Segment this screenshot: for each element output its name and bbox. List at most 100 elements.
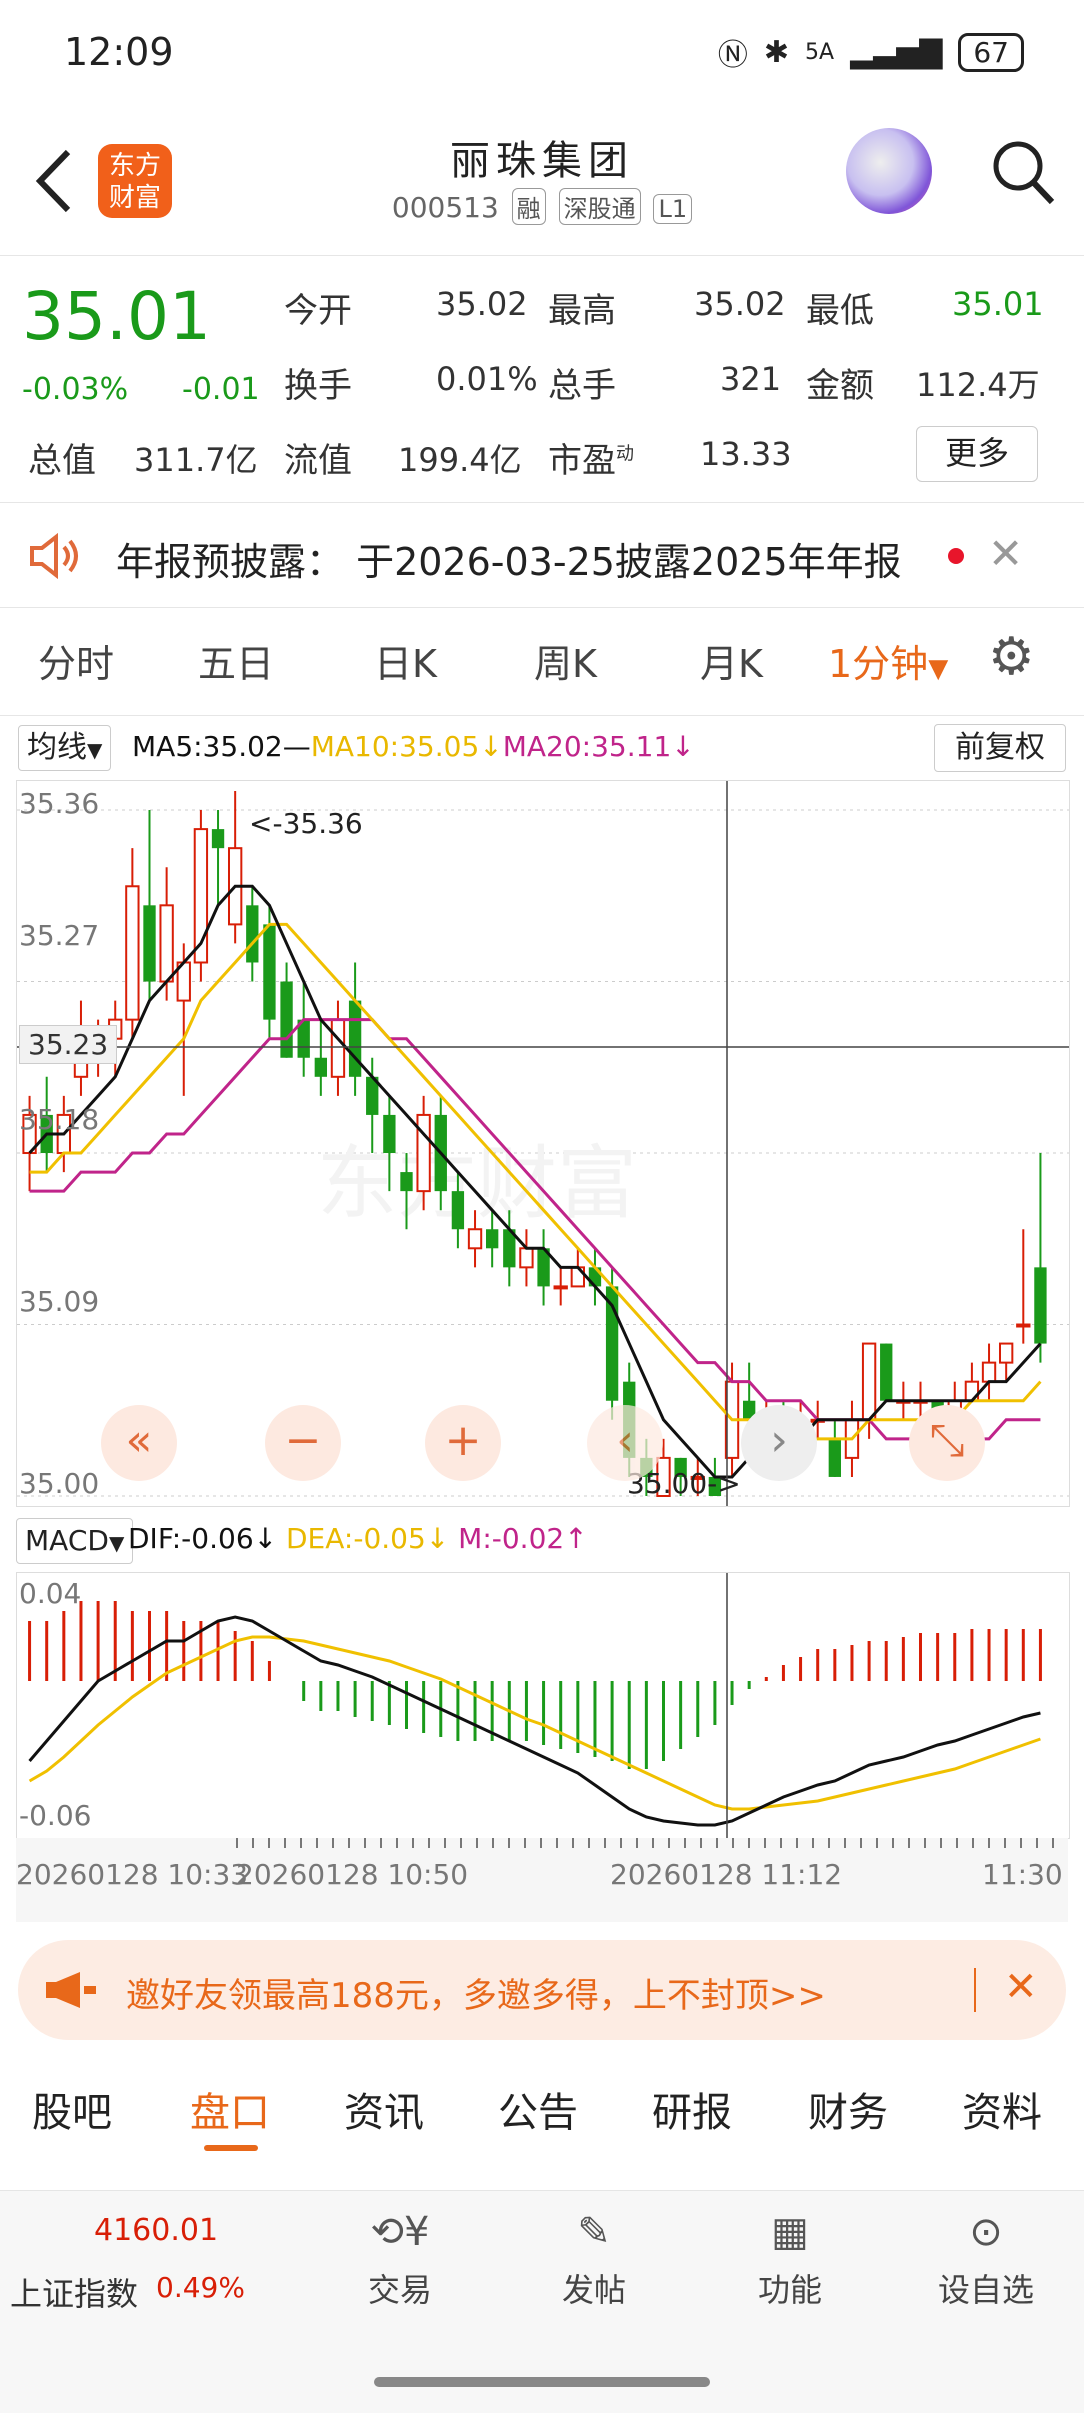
more-button[interactable]: 更多 — [916, 426, 1038, 482]
functions-button[interactable]: ▦ 功能 — [720, 2209, 860, 2311]
watermark: 东方财富 — [317, 1137, 637, 1230]
candle-body — [467, 1228, 483, 1250]
candle-body — [451, 1191, 465, 1230]
battery-icon: 67 — [958, 32, 1024, 72]
macd-y-tick-0: 0.04 — [19, 1577, 82, 1610]
fullscreen-button[interactable]: ⤡ — [909, 1405, 985, 1481]
bluetooth-icon: ✱ — [763, 34, 790, 70]
turnover-label: 换手 — [284, 366, 352, 406]
dif-label: DIF:-0.06↓ — [128, 1522, 278, 1555]
divider — [0, 607, 1084, 608]
nfc-icon: Ⓝ — [717, 38, 748, 73]
tab-announcements[interactable]: 公告 — [498, 2080, 578, 2138]
current-price: 35.01 — [22, 278, 211, 355]
ma-selector[interactable]: 均线▼ — [18, 725, 112, 771]
amount-value: 112.4万 — [916, 366, 1040, 404]
candle-body — [383, 1114, 396, 1154]
change-value: -0.01 — [182, 372, 260, 407]
low-value: 35.01 — [952, 285, 1044, 323]
candle-body — [553, 1285, 568, 1290]
tab-weekly-k[interactable]: 周K — [534, 633, 597, 688]
high-value: 35.02 — [694, 285, 786, 323]
tab-research[interactable]: 研报 — [652, 2080, 732, 2138]
tab-profile[interactable]: 资料 — [962, 2080, 1042, 2138]
dropdown-arrow-icon: ▼ — [87, 738, 103, 762]
step-right-button[interactable]: › — [741, 1405, 817, 1481]
status-time: 12:09 — [64, 30, 174, 74]
open-value: 35.02 — [436, 285, 528, 323]
candle-body — [263, 924, 276, 1020]
candle-body — [1034, 1267, 1047, 1344]
volume-label: 总手 — [548, 366, 616, 406]
active-tab-underline — [204, 2145, 258, 2151]
macd-chart[interactable]: 0.04 -0.06 — [16, 1572, 1070, 1839]
y-tick-0: 35.36 — [19, 787, 100, 820]
banner-close-icon[interactable]: ✕ — [1004, 1964, 1038, 2010]
tab-five-day[interactable]: 五日 — [198, 633, 274, 688]
trade-icon: ⟲¥ — [370, 2209, 430, 2255]
candle-body — [211, 829, 225, 849]
post-button[interactable]: ✎ 发帖 — [524, 2209, 664, 2311]
ma20-label: MA20:35.11↓ — [502, 730, 695, 763]
max-price-marker: <-35.36 — [249, 807, 363, 840]
add-watchlist-button[interactable]: ⊙ 设自选 — [916, 2209, 1056, 2311]
scroll-left-button[interactable]: « — [101, 1405, 177, 1481]
banner-divider — [974, 1968, 976, 2012]
notice-close-icon[interactable]: ✕ — [988, 529, 1023, 578]
bottom-toolbar: 4160.01 上证指数 0.49% ⟲¥ 交易 ✎ 发帖 ▦ 功能 ⊙ 设自选 — [0, 2190, 1084, 2413]
add-watchlist-label: 设自选 — [937, 2271, 1034, 2309]
candle-body — [125, 885, 140, 1021]
macd-svg — [28, 1573, 1042, 1838]
m-label: M:-0.02↑ — [458, 1522, 588, 1555]
stock-header: 东方财富 丽珠集团 000513 融 深股通 L1 — [0, 110, 1084, 256]
candle-body — [400, 1172, 413, 1192]
status-icons: Ⓝ ✱ 5A ▂▃▅▇ 67 — [718, 30, 1024, 74]
x-axis: 20260128 10:33 20260128 10:50 20260128 1… — [16, 1838, 1068, 1922]
ma-legend: MA5:35.02—MA10:35.05↓MA20:35.11↓ — [132, 730, 695, 763]
tab-monthly-k[interactable]: 月K — [700, 633, 763, 688]
tab-finance[interactable]: 财务 — [808, 2080, 888, 2138]
zoom-in-button[interactable]: + — [425, 1405, 501, 1481]
index-ticker[interactable]: 4160.01 上证指数 0.49% — [0, 2191, 245, 2331]
step-left-button[interactable]: ‹ — [587, 1405, 663, 1481]
chart-settings-button[interactable]: ⚙ — [988, 630, 1035, 684]
x-label-1: 20260128 10:50 — [236, 1858, 469, 1891]
status-bar: 12:09 Ⓝ ✱ 5A ▂▃▅▇ 67 — [0, 0, 1084, 110]
zoom-out-button[interactable]: − — [265, 1405, 341, 1481]
turnover-value: 0.01% — [436, 360, 538, 398]
dropdown-arrow-icon: ▼ — [108, 1531, 125, 1555]
tab-order-book[interactable]: 盘口 — [190, 2080, 270, 2138]
candle-body — [981, 1361, 997, 1383]
kline-chart[interactable]: 东方财富 35.36 35.27 35.18 35.09 35.00 35.23… — [16, 780, 1070, 1507]
search-button[interactable] — [990, 138, 1056, 208]
home-indicator — [374, 2377, 710, 2387]
candle-body — [1016, 1323, 1031, 1328]
y-tick-1: 35.27 — [19, 919, 100, 952]
tab-news[interactable]: 资讯 — [344, 2080, 424, 2138]
crosshair-price-label: 35.23 — [19, 1025, 118, 1064]
candle-body — [314, 1057, 328, 1077]
promo-banner[interactable]: 邀好友领最高188元，多邀多得，上不封顶>> ✕ — [18, 1940, 1066, 2040]
adjust-button[interactable]: 前复权 — [934, 724, 1066, 772]
more-icon: ⊙ — [969, 2209, 1003, 2255]
candle-body — [348, 1000, 362, 1077]
x-axis-ticks — [236, 1838, 1066, 1848]
pe-value: 13.33 — [700, 435, 792, 473]
change-percent: -0.03% — [22, 372, 129, 407]
y-tick-2: 35.18 — [19, 1103, 100, 1136]
notice-bar[interactable]: 年报预披露： 于2026-03-25披露2025年年报 ✕ — [0, 503, 1084, 603]
tag-level: L1 — [653, 194, 693, 224]
robot-avatar-icon[interactable] — [846, 128, 932, 214]
tab-one-minute[interactable]: 1分钟▼ — [828, 633, 948, 688]
tab-intraday[interactable]: 分时 — [38, 633, 114, 688]
trade-button[interactable]: ⟲¥ 交易 — [330, 2209, 470, 2311]
functions-label: 功能 — [757, 2271, 822, 2309]
ma-selector-label: 均线 — [27, 730, 87, 765]
macd-selector-label: MACD — [25, 1524, 109, 1557]
y-tick-4: 35.00 — [19, 1467, 100, 1500]
tab-forum[interactable]: 股吧 — [32, 2080, 112, 2138]
pe-label-text: 市盈 — [548, 441, 616, 481]
macd-selector[interactable]: MACD▼ — [16, 1518, 134, 1564]
dea-line — [28, 1635, 1041, 1811]
tab-daily-k[interactable]: 日K — [374, 633, 437, 688]
